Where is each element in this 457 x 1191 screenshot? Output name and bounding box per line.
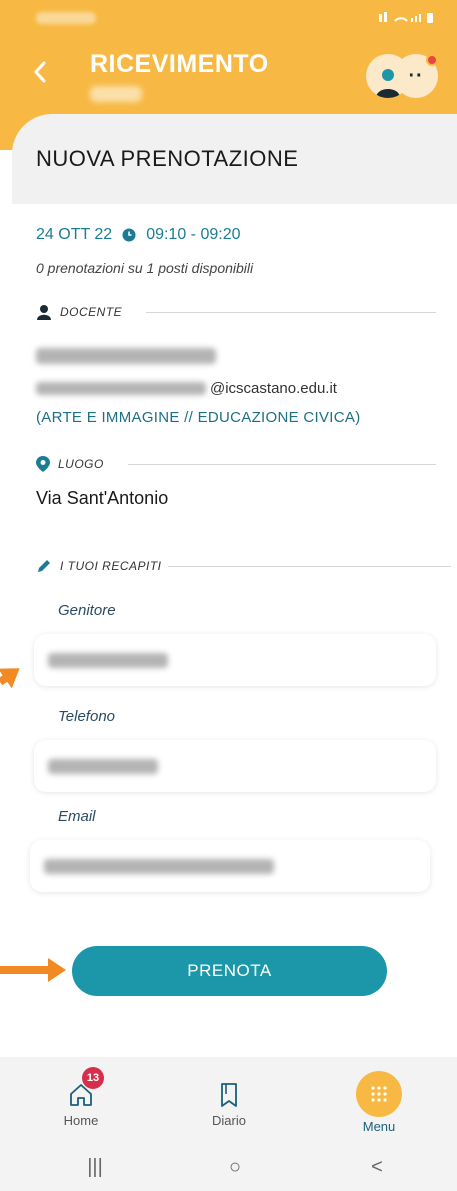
email-field-label: Email	[58, 808, 96, 825]
annotation-arrow-fields	[0, 672, 11, 686]
menu-grid-icon	[356, 1071, 402, 1117]
slot-date: 24 OTT 22	[36, 226, 113, 243]
book-button[interactable]: PRENOTA	[72, 946, 387, 996]
nav-menu[interactable]: Menu	[324, 1057, 434, 1145]
bottom-navigation: Home 13 Diario Menu	[0, 1057, 457, 1145]
nav-home[interactable]: Home 13	[26, 1057, 136, 1145]
slot-time: 09:10 - 09:20	[146, 226, 241, 243]
contacts-section-header: I TUOI RECAPITI	[36, 558, 451, 574]
recent-apps-button[interactable]: |||	[80, 1155, 110, 1179]
parent-name-value-blurred	[48, 652, 168, 668]
phone-value-blurred	[48, 758, 158, 774]
nav-diary-label: Diario	[212, 1113, 246, 1128]
back-button[interactable]	[26, 58, 54, 86]
diary-icon	[215, 1081, 243, 1109]
email-local-part-blurred	[36, 382, 206, 395]
annotation-arrow-submit	[0, 958, 66, 982]
teacher-section-header: DOCENTE	[36, 304, 436, 320]
contacts-section-label: I TUOI RECAPITI	[60, 559, 162, 573]
system-navigation-bar: ||| ○ <	[0, 1145, 457, 1191]
page-title: RICEVIMENTO	[90, 50, 269, 78]
email-value-blurred	[44, 858, 274, 874]
parent-name-field[interactable]	[34, 634, 436, 686]
divider	[167, 565, 451, 567]
teacher-subjects: (ARTE E IMMAGINE // EDUCAZIONE CIVICA)	[36, 409, 361, 426]
clock-icon	[122, 228, 136, 242]
section-title: NUOVA PRENOTAZIONE	[36, 146, 299, 171]
header-subtitle-blurred	[90, 86, 142, 102]
system-back-button[interactable]: <	[362, 1155, 392, 1179]
status-time-blurred	[36, 12, 96, 24]
phone-field-label: Telefono	[58, 708, 115, 725]
chevron-left-icon	[34, 61, 46, 83]
notification-badge: 13	[82, 1067, 104, 1089]
system-home-button[interactable]: ○	[220, 1155, 250, 1179]
slot-datetime: 24 OTT 22 09:10 - 09:20	[36, 226, 240, 244]
teacher-email: @icscastano.edu.it	[36, 380, 337, 397]
location-pin-icon	[36, 456, 50, 472]
location-section-label: LUOGO	[58, 457, 104, 471]
profile-button[interactable]: ··	[366, 54, 438, 98]
teacher-name-blurred	[36, 348, 216, 364]
email-domain: @icscastano.edu.it	[210, 380, 337, 397]
pencil-icon	[38, 560, 50, 572]
location-value: Via Sant'Antonio	[36, 488, 169, 508]
parent-field-label: Genitore	[58, 602, 116, 619]
phone-field[interactable]	[34, 740, 436, 792]
signal-wifi-battery-icon	[379, 12, 433, 23]
nav-menu-label: Menu	[362, 1119, 396, 1134]
avatar	[366, 54, 410, 98]
teacher-section-label: DOCENTE	[60, 305, 123, 319]
status-icons	[379, 11, 435, 26]
availability-text: 0 prenotazioni su 1 posti disponibili	[36, 260, 254, 276]
email-field[interactable]	[30, 840, 430, 892]
nav-home-label: Home	[63, 1113, 99, 1128]
location-section-header: LUOGO	[36, 456, 436, 472]
nav-diary[interactable]: Diario	[174, 1057, 284, 1145]
status-bar	[0, 0, 457, 34]
user-icon	[376, 69, 400, 98]
person-icon	[37, 305, 51, 320]
divider	[146, 311, 436, 313]
notification-dot	[426, 54, 438, 66]
divider	[127, 463, 436, 465]
